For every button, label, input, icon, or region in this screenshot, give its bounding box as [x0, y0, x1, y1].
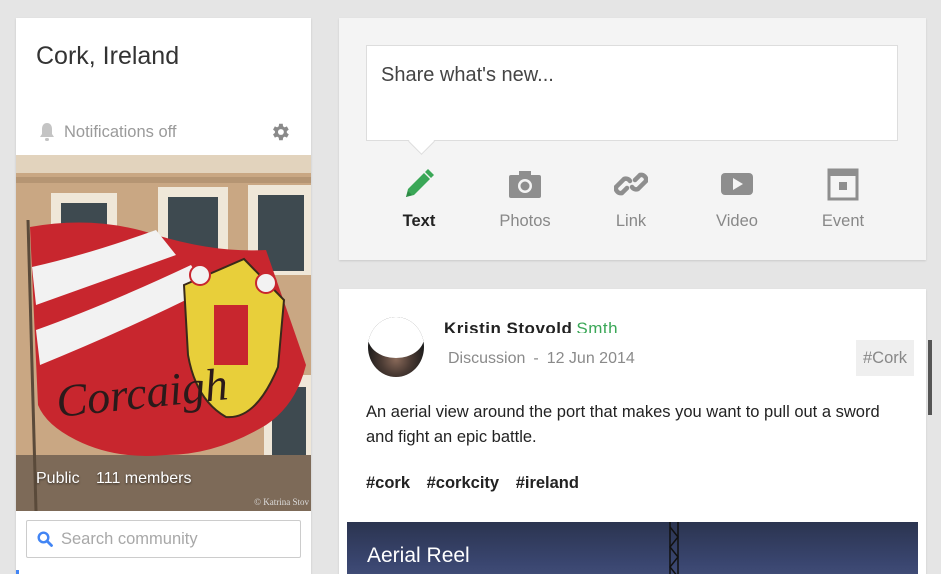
- camera-icon: [509, 171, 541, 198]
- community-title: Cork, Ireland: [36, 42, 180, 70]
- share-box: Share what's new... Text Photos Link Vid…: [339, 18, 926, 260]
- gear-icon[interactable]: [269, 121, 291, 143]
- post-tag-chip[interactable]: #Cork: [856, 340, 914, 376]
- share-link-button[interactable]: Link: [591, 166, 671, 231]
- community-stats: Public 111 members: [36, 470, 203, 488]
- share-photos-button[interactable]: Photos: [485, 166, 565, 231]
- share-video-label: Video: [716, 212, 758, 230]
- video-icon: [721, 173, 753, 195]
- community-card: Cork, Ireland Notifications off Corcaigh…: [16, 18, 311, 574]
- author-badge: Smth: [576, 319, 619, 333]
- visibility-label: Public: [36, 470, 80, 487]
- members-count[interactable]: 111 members: [96, 470, 191, 487]
- link-icon: [614, 172, 648, 196]
- event-icon: [827, 168, 859, 201]
- post-category[interactable]: Discussion: [448, 350, 525, 367]
- cork-flag-image: Corcaigh: [16, 155, 311, 511]
- post-body: An aerial view around the port that make…: [366, 403, 880, 446]
- hashtag-link[interactable]: #cork: [366, 474, 410, 492]
- share-link-label: Link: [615, 212, 647, 230]
- author-name-text: Kristin Stovold: [444, 319, 573, 333]
- author-avatar[interactable]: [368, 317, 424, 377]
- share-actions: Text Photos Link Video Event: [379, 166, 899, 236]
- crane-silhouette: [669, 522, 679, 574]
- post-date[interactable]: 12 Jun 2014: [547, 350, 635, 367]
- post-meta: Discussion -12 Jun 2014: [448, 350, 635, 367]
- notifications-row[interactable]: Notifications off: [38, 119, 291, 145]
- share-event-label: Event: [821, 212, 865, 230]
- pencil-icon: [406, 169, 434, 197]
- share-input[interactable]: Share what's new...: [366, 45, 898, 141]
- hashtag-link[interactable]: #corkcity: [427, 474, 499, 492]
- search-input[interactable]: [61, 529, 281, 549]
- notifications-label: Notifications off: [64, 122, 177, 141]
- share-event-button[interactable]: Event: [803, 166, 883, 231]
- post-card: Kristin Stovold Smth Discussion -12 Jun 20…: [339, 289, 926, 574]
- community-search[interactable]: [26, 520, 301, 558]
- share-photos-label: Photos: [499, 212, 551, 230]
- author-name[interactable]: Kristin Stovold Smth: [444, 319, 618, 333]
- scrollbar[interactable]: [928, 340, 932, 415]
- photo-credit: © Katrina Stov: [254, 497, 309, 507]
- search-icon: [37, 531, 53, 547]
- post-media[interactable]: Aerial Reel: [347, 522, 918, 574]
- share-text-button[interactable]: Text: [379, 166, 459, 231]
- post-hashtags: #cork #corkcity #ireland: [366, 474, 591, 493]
- media-title: Aerial Reel: [367, 544, 470, 567]
- share-text-label: Text: [402, 212, 436, 230]
- bell-icon: [40, 123, 54, 141]
- hashtag-link[interactable]: #ireland: [516, 474, 579, 492]
- share-video-button[interactable]: Video: [697, 166, 777, 231]
- nav-indicator: [16, 570, 19, 574]
- community-cover-photo: Corcaigh Public 111 members © Katrina St…: [16, 155, 311, 511]
